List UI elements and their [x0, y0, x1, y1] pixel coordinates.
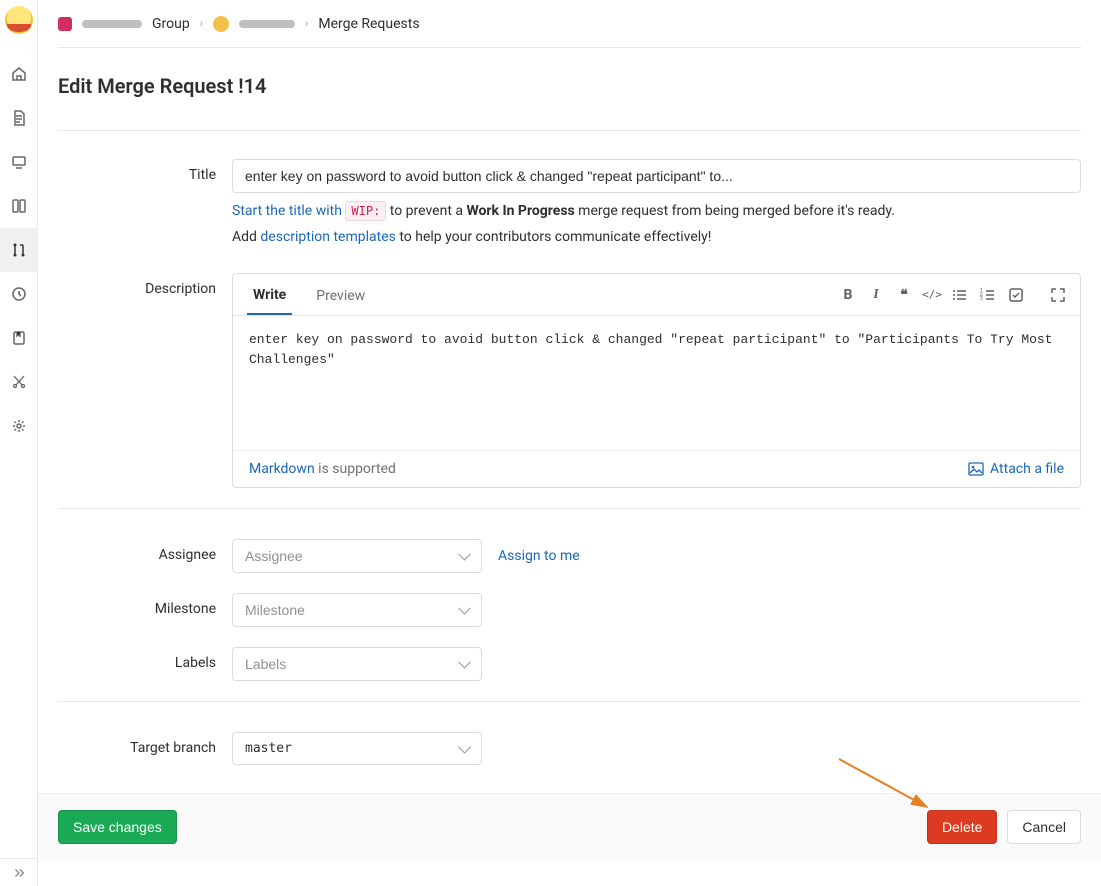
nav-pipelines[interactable] — [0, 272, 38, 316]
nav-home[interactable] — [0, 52, 38, 96]
fullscreen-icon[interactable] — [1050, 287, 1066, 303]
markdown-supported: Markdown is supported — [249, 461, 396, 477]
crumb-group-name[interactable] — [82, 20, 142, 28]
crumb-project-name[interactable] — [239, 20, 295, 28]
nav-snippets[interactable] — [0, 360, 38, 404]
editor-footer: Markdown is supported Attach a file — [233, 450, 1080, 487]
group-badge-icon[interactable] — [58, 17, 72, 31]
crumb-group-suffix[interactable]: Group — [152, 16, 190, 32]
tab-preview[interactable]: Preview — [310, 276, 371, 314]
title-label: Title — [58, 159, 232, 245]
monitor-icon — [11, 154, 27, 170]
markdown-link[interactable]: Markdown — [249, 461, 315, 477]
nav-wiki[interactable] — [0, 316, 38, 360]
description-editor: Write Preview B I ❝ </> 123 — [232, 273, 1081, 488]
sidebar — [0, 0, 38, 886]
target-branch-row: Target branch master — [58, 732, 1081, 765]
description-templates-link[interactable]: description templates — [260, 229, 395, 245]
numbered-list-icon[interactable]: 123 — [980, 287, 996, 303]
labels-label: Labels — [58, 647, 232, 681]
edit-form: Title Start the title with WIP: to preve… — [58, 131, 1081, 765]
home-icon — [11, 66, 27, 82]
nav-settings[interactable] — [0, 404, 38, 448]
scissors-icon — [11, 374, 27, 390]
wip-link[interactable]: Start the title with — [232, 203, 345, 219]
labels-dropdown[interactable]: Labels — [232, 647, 482, 681]
svg-text:3: 3 — [980, 296, 983, 302]
quote-icon[interactable]: ❝ — [896, 287, 912, 303]
nav-files[interactable] — [0, 96, 38, 140]
breadcrumb-separator: › — [305, 17, 308, 30]
assignee-dropdown[interactable]: Assignee — [232, 539, 482, 573]
nav-monitor[interactable] — [0, 140, 38, 184]
bold-icon[interactable]: B — [840, 287, 856, 303]
sidebar-collapse[interactable] — [0, 858, 38, 886]
labels-row: Labels Labels — [58, 647, 1081, 681]
task-list-icon[interactable] — [1008, 287, 1024, 303]
wip-hint: Start the title with WIP: to prevent a W… — [232, 203, 1081, 219]
app-logo[interactable] — [5, 6, 33, 34]
action-bar: Save changes Delete Cancel — [38, 793, 1101, 860]
template-hint: Add description templates to help your c… — [232, 229, 1081, 245]
document-icon — [11, 110, 27, 126]
page-title: Edit Merge Request !14 — [58, 48, 1081, 131]
nav-merge-requests[interactable] — [0, 228, 38, 272]
delete-button[interactable]: Delete — [927, 810, 997, 844]
breadcrumb-separator: › — [200, 17, 203, 30]
main-content: Group › › Merge Requests Edit Merge Requ… — [38, 0, 1101, 886]
wip-code: WIP: — [345, 201, 386, 221]
panels-icon — [11, 198, 27, 214]
save-button[interactable]: Save changes — [58, 810, 177, 844]
assignee-row: Assignee Assignee Assign to me — [58, 539, 1081, 573]
tab-write[interactable]: Write — [247, 275, 292, 315]
bullet-list-icon[interactable] — [952, 287, 968, 303]
attach-file[interactable]: Attach a file — [968, 461, 1064, 477]
code-icon[interactable]: </> — [924, 287, 940, 303]
italic-icon[interactable]: I — [868, 287, 884, 303]
divider — [58, 508, 1081, 509]
milestone-row: Milestone Milestone — [58, 593, 1081, 627]
description-textarea[interactable] — [233, 316, 1080, 446]
crumb-merge-requests[interactable]: Merge Requests — [318, 16, 419, 32]
description-row: Description Write Preview B I ❝ </> — [58, 273, 1081, 488]
milestone-dropdown[interactable]: Milestone — [232, 593, 482, 627]
title-row: Title Start the title with WIP: to preve… — [58, 159, 1081, 245]
assign-to-me-link[interactable]: Assign to me — [498, 548, 580, 564]
target-branch-dropdown[interactable]: master — [232, 732, 482, 765]
assignee-label: Assignee — [58, 539, 232, 573]
target-branch-label: Target branch — [58, 732, 232, 765]
editor-toolbar: B I ❝ </> 123 — [840, 287, 1066, 303]
editor-tabs: Write Preview B I ❝ </> 123 — [233, 274, 1080, 316]
attach-file-label: Attach a file — [990, 461, 1064, 477]
cancel-button[interactable]: Cancel — [1007, 810, 1081, 844]
clock-icon — [11, 286, 27, 302]
merge-request-icon — [11, 242, 27, 258]
project-avatar-icon[interactable] — [213, 16, 229, 32]
nav-panels[interactable] — [0, 184, 38, 228]
chevron-double-right-icon — [12, 866, 26, 880]
image-icon — [968, 461, 984, 477]
milestone-label: Milestone — [58, 593, 232, 627]
divider — [58, 701, 1081, 702]
breadcrumbs: Group › › Merge Requests — [58, 0, 1081, 48]
description-label: Description — [58, 273, 232, 488]
gear-icon — [11, 418, 27, 434]
title-input[interactable] — [232, 159, 1081, 193]
book-icon — [11, 330, 27, 346]
